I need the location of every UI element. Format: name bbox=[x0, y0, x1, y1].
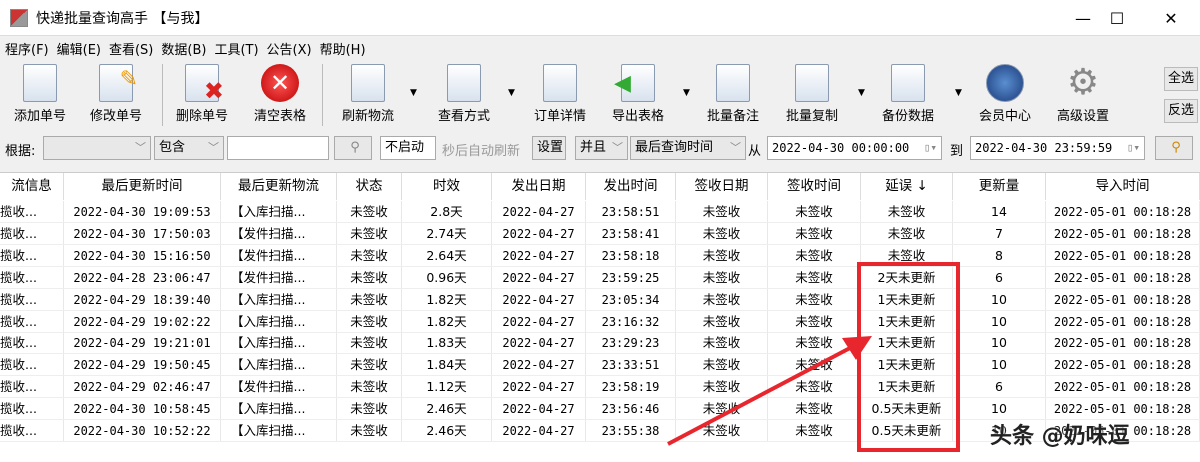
arrow-annotation bbox=[667, 336, 872, 446]
watermark: 头条 @奶味逗 bbox=[990, 424, 1130, 449]
